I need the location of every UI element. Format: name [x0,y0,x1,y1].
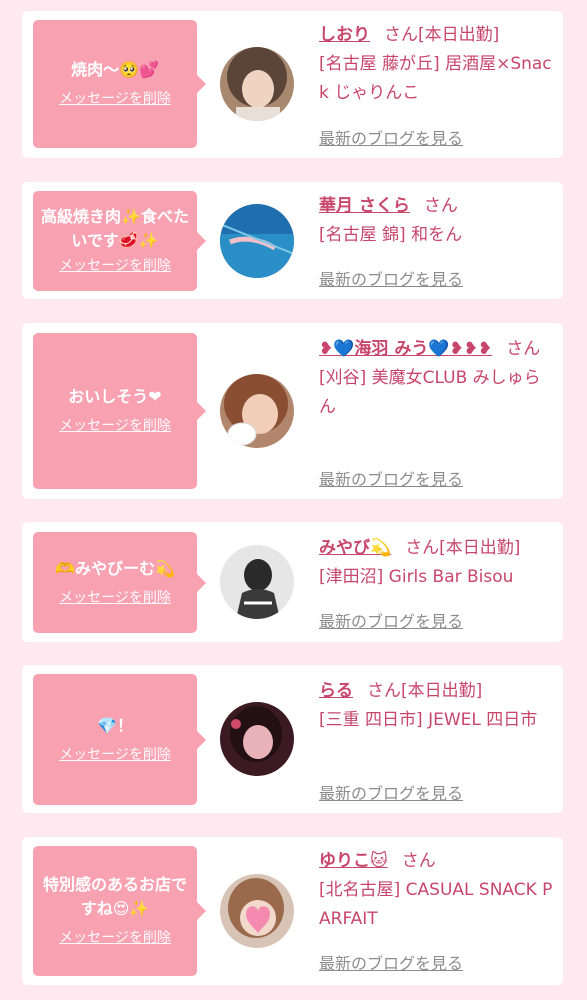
message-card: 焼肉〜🥺💕 メッセージを削除 しおり さん[本日出勤] [名古屋 藤が丘] 居酒屋… [22,11,563,158]
avatar[interactable] [220,874,294,948]
name-line: らる さん[本日出勤] [319,677,557,706]
avatar-photo [220,204,294,278]
shop-info: [北名古屋] CASUAL SNACK PARFAIT [319,880,553,929]
delete-message-link[interactable]: メッセージを削除 [59,88,171,110]
shop-info: [名古屋 錦] 和をん [319,225,463,245]
message-card: 🫶みやびーむ💫 メッセージを削除 みやび💫 さん[本日出勤] [津田沼] Girl… [22,522,563,642]
delete-message-link[interactable]: メッセージを削除 [59,587,171,609]
cast-name-link[interactable]: ❥💙海羽 みう💙❥❥❥ [319,339,492,359]
latest-blog-link[interactable]: 最新のブログを見る [319,125,463,149]
message-text: 特別感のあるお店ですね😍✨ [42,875,187,918]
avatar[interactable] [220,545,294,619]
message-card: おいしそう❤︎ メッセージを削除 ❥💙海羽 みう💙❥❥❥ さん [刈谷] 美魔女C… [22,323,563,499]
shop-info: [名古屋 藤が丘] 居酒屋×Snack じゃりんこ [319,54,552,103]
cast-name-link[interactable]: らる [319,681,353,701]
avatar[interactable] [220,47,294,121]
name-line: ❥💙海羽 みう💙❥❥❥ さん [319,335,557,364]
shop-info: [津田沼] Girls Bar Bisou [319,567,514,587]
avatar-photo [220,47,294,121]
message-bubble: 特別感のあるお店ですね😍✨ メッセージを削除 [33,846,206,976]
delete-message-link[interactable]: メッセージを削除 [59,415,171,437]
name-line: ゆりこ🐱 さん [319,847,557,876]
latest-blog-link[interactable]: 最新のブログを見る [319,950,463,974]
avatar-photo [220,702,294,776]
message-text: おいしそう❤︎ [68,387,162,406]
latest-blog-link[interactable]: 最新のブログを見る [319,780,463,804]
message-card: 特別感のあるお店ですね😍✨ メッセージを削除 ゆりこ🐱 さん [北名古屋] CAS… [22,837,563,985]
avatar[interactable] [220,204,294,278]
name-line: 華月 さくら さん [319,192,557,221]
message-bubble: 高級焼き肉✨食べたいです🥩✨ メッセージを削除 [33,191,206,291]
cast-name-link[interactable]: みやび💫 [319,538,391,558]
honorific: さん [367,681,401,701]
name-line: しおり さん[本日出勤] [319,21,557,50]
message-text: 高級焼き肉✨食べたいです🥩✨ [41,207,189,250]
honorific: さん [384,25,418,45]
latest-blog-link[interactable]: 最新のブログを見る [319,466,463,490]
message-text: 🫶みやびーむ💫 [55,558,175,578]
honorific: さん [506,339,541,359]
avatar-photo [220,545,294,619]
honorific: さん [405,538,440,558]
message-text: 💎！ [97,715,133,735]
avatar-photo [220,874,294,948]
latest-blog-link[interactable]: 最新のブログを見る [319,266,463,290]
message-bubble: 焼肉〜🥺💕 メッセージを削除 [33,20,206,148]
cast-name-link[interactable]: 華月 さくら [319,196,410,216]
avatar[interactable] [220,702,294,776]
avatar-photo [220,374,294,448]
shop-info: [三重 四日市] JEWEL 四日市 [319,710,538,730]
shop-info: [刈谷] 美魔女CLUB みしゅらん [319,368,541,417]
honorific: さん [423,196,458,216]
message-bubble: おいしそう❤︎ メッセージを削除 [33,333,206,489]
message-card: 高級焼き肉✨食べたいです🥩✨ メッセージを削除 華月 さくら さん [名古屋 錦]… [22,182,563,299]
message-text: 焼肉〜🥺💕 [71,60,159,79]
honorific: さん [401,851,436,871]
name-line: みやび💫 さん[本日出勤] [319,534,557,563]
cast-name-link[interactable]: しおり [319,25,370,45]
status-badge: [本日出勤] [439,538,521,558]
delete-message-link[interactable]: メッセージを削除 [59,744,171,766]
latest-blog-link[interactable]: 最新のブログを見る [319,608,463,632]
message-card: 💎！ メッセージを削除 らる さん[本日出勤] [三重 四日市] JEWEL 四日… [22,665,563,813]
status-badge: [本日出勤] [418,25,500,45]
cast-name-link[interactable]: ゆりこ🐱 [319,851,388,871]
message-bubble: 💎！ メッセージを削除 [33,674,206,805]
message-bubble: 🫶みやびーむ💫 メッセージを削除 [33,532,206,633]
delete-message-link[interactable]: メッセージを削除 [59,255,171,277]
status-badge: [本日出勤] [401,681,483,701]
avatar[interactable] [220,374,294,448]
delete-message-link[interactable]: メッセージを削除 [59,927,171,949]
